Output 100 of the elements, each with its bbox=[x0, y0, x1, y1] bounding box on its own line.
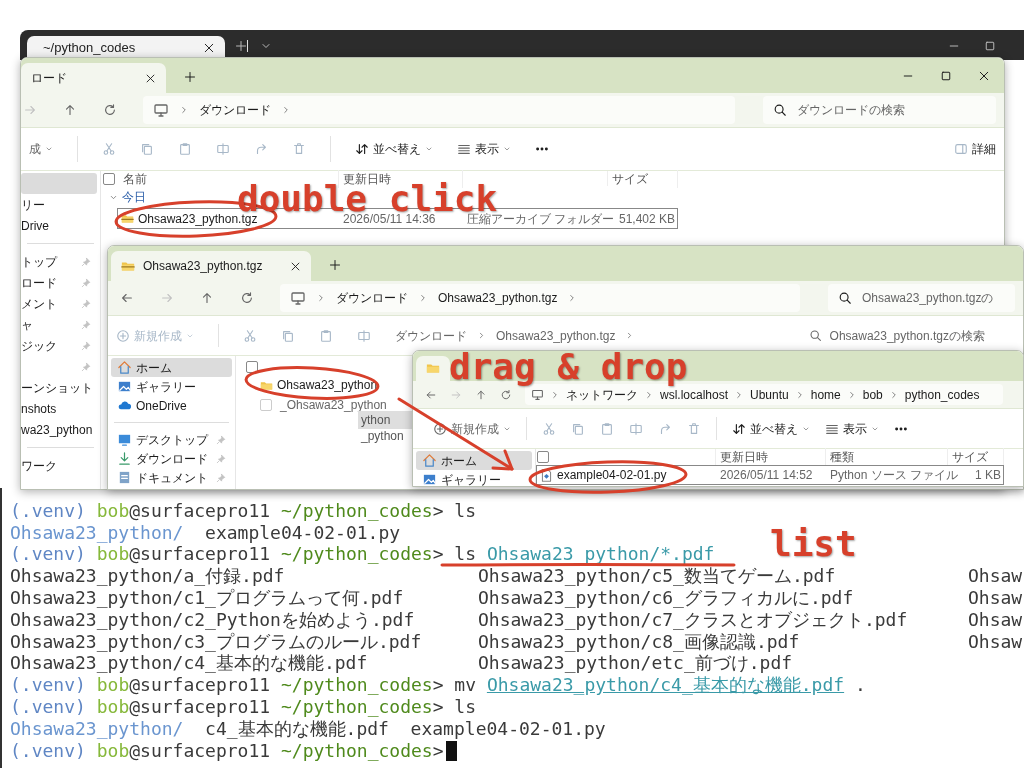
details-button[interactable]: 詳細 bbox=[954, 140, 996, 158]
column-header[interactable]: 種類 bbox=[826, 448, 948, 466]
sidebar-item[interactable]: nshots bbox=[21, 398, 97, 419]
address-bar[interactable]: ダウンロード Ohsawa23_python.tgz bbox=[280, 284, 800, 312]
close-icon[interactable] bbox=[978, 69, 990, 82]
refresh-icon[interactable] bbox=[500, 388, 512, 401]
breadcrumb[interactable]: ダウンロード bbox=[336, 289, 408, 307]
terminal-tab[interactable]: ~/python_codes bbox=[27, 36, 225, 60]
sidebar-item[interactable]: OneDrive bbox=[111, 396, 232, 415]
up-arrow-icon[interactable] bbox=[200, 291, 214, 305]
sidebar-item[interactable]: リー bbox=[21, 194, 97, 215]
delete-icon[interactable] bbox=[687, 421, 701, 436]
sort-icon bbox=[732, 421, 746, 436]
checkbox[interactable] bbox=[246, 360, 258, 373]
sidebar-item[interactable]: トップ bbox=[21, 251, 97, 272]
chevron-icon bbox=[644, 389, 654, 400]
breadcrumb[interactable]: Ohsawa23_python.tgz bbox=[496, 326, 616, 345]
sidebar-item[interactable]: ホーム bbox=[111, 358, 232, 377]
sidebar-item[interactable]: ーンショット bbox=[21, 377, 97, 398]
file-name: Ohsaw bbox=[968, 632, 1024, 651]
sort-icon bbox=[355, 142, 369, 156]
sidebar-item[interactable]: ホーム bbox=[416, 451, 532, 470]
search-field[interactable]: ダウンロードの検索 bbox=[763, 96, 996, 124]
tab-title: ロード bbox=[31, 70, 67, 88]
column-header[interactable]: サイズ bbox=[608, 169, 678, 188]
rename-icon[interactable] bbox=[629, 421, 643, 436]
back-icon[interactable] bbox=[120, 291, 134, 305]
copy-icon[interactable] bbox=[281, 328, 295, 343]
window-tab[interactable]: ロード bbox=[21, 63, 166, 93]
breadcrumb[interactable]: ダウンロード bbox=[395, 326, 467, 345]
cut-icon[interactable] bbox=[542, 421, 556, 436]
file-name: Ohsawa23_python/c1_プログラムって何.pdf bbox=[10, 589, 405, 608]
view-button[interactable]: 表示 bbox=[825, 419, 879, 438]
sidebar-item[interactable]: ダウンロード bbox=[111, 449, 232, 468]
chevron-icon bbox=[179, 105, 189, 115]
checkbox[interactable] bbox=[537, 451, 549, 463]
sidebar-item[interactable]: Drive bbox=[21, 215, 97, 236]
view-button[interactable]: 表示 bbox=[457, 140, 511, 158]
up-arrow-icon[interactable] bbox=[475, 388, 487, 401]
back-icon[interactable] bbox=[425, 388, 437, 401]
group-header[interactable]: 今日 bbox=[101, 186, 146, 208]
delete-icon[interactable] bbox=[292, 142, 306, 156]
rename-icon[interactable] bbox=[357, 328, 371, 343]
sidebar-item[interactable]: デスクトップ bbox=[111, 430, 232, 449]
rename-icon[interactable] bbox=[216, 142, 230, 156]
address-bar[interactable]: ダウンロード bbox=[143, 96, 735, 124]
sidebar-item[interactable]: wa23_python bbox=[21, 419, 97, 440]
cut-icon[interactable] bbox=[243, 328, 257, 343]
share-icon[interactable] bbox=[254, 142, 268, 156]
column-header[interactable]: 更新日時 bbox=[716, 448, 826, 466]
paste-icon[interactable] bbox=[600, 421, 614, 436]
sort-button[interactable]: 並べ替え bbox=[732, 419, 810, 438]
up-arrow-icon[interactable] bbox=[63, 103, 77, 117]
breadcrumb[interactable]: Ohsawa23_python.tgz bbox=[438, 289, 558, 307]
breadcrumb[interactable]: Ubuntu bbox=[750, 385, 789, 404]
paste-icon[interactable] bbox=[319, 328, 333, 343]
sidebar-item[interactable]: ジック bbox=[21, 335, 97, 356]
sidebar-item[interactable]: ロード bbox=[21, 272, 97, 293]
search-field[interactable]: Ohsawa23_python.tgzの bbox=[828, 284, 1015, 312]
prompt-line: (.venv) bob@surfacepro11 ~/python_codes> ls Ohsawa23_python/*.pdf bbox=[10, 545, 715, 564]
search-icon bbox=[838, 291, 852, 305]
search-field[interactable]: Ohsawa23_python.tgzの検索 bbox=[808, 326, 985, 345]
close-icon[interactable] bbox=[203, 42, 215, 54]
new-button[interactable]: 成 bbox=[29, 140, 53, 158]
breadcrumb[interactable]: wsl.localhost bbox=[660, 385, 729, 404]
new-tab-icon[interactable] bbox=[235, 40, 247, 52]
maximize-icon[interactable] bbox=[984, 40, 996, 52]
sidebar-item[interactable]: ワーク bbox=[21, 455, 97, 476]
prompt-line: (.venv) bob@surfacepro11 ~/python_codes> bbox=[10, 741, 444, 760]
cut-icon[interactable] bbox=[102, 142, 116, 156]
paste-icon[interactable] bbox=[178, 142, 192, 156]
refresh-icon[interactable] bbox=[103, 103, 117, 117]
copy-icon[interactable] bbox=[571, 421, 585, 436]
sidebar-item[interactable]: ドキュメント bbox=[111, 468, 232, 487]
sort-button[interactable]: 並べ替え bbox=[355, 140, 433, 158]
new-tab-icon[interactable] bbox=[184, 70, 196, 83]
forward-icon[interactable] bbox=[23, 103, 37, 117]
new-tab-icon[interactable] bbox=[329, 258, 341, 271]
close-icon[interactable] bbox=[145, 72, 156, 84]
copy-icon[interactable] bbox=[140, 142, 154, 156]
breadcrumb[interactable]: python_codes bbox=[904, 385, 980, 404]
breadcrumb[interactable]: ネットワーク bbox=[566, 385, 638, 404]
plus-circle-icon bbox=[116, 328, 130, 343]
column-header[interactable]: サイズ bbox=[948, 448, 1004, 466]
sidebar-item[interactable]: ギャラリー bbox=[111, 377, 232, 396]
checkbox[interactable] bbox=[103, 172, 115, 185]
forward-icon[interactable] bbox=[160, 291, 174, 305]
refresh-icon[interactable] bbox=[240, 291, 254, 305]
close-icon[interactable] bbox=[290, 260, 301, 272]
maximize-icon[interactable] bbox=[940, 69, 952, 82]
sidebar-item[interactable]: メント bbox=[21, 293, 97, 314]
breadcrumb[interactable]: home bbox=[810, 385, 841, 404]
breadcrumb[interactable]: ダウンロード bbox=[199, 101, 271, 119]
window-tab[interactable]: Ohsawa23_python.tgz bbox=[111, 251, 311, 281]
file-row[interactable]: example04-02-01.py 2026/05/11 14:52 Python ソース ファイル 1 KB bbox=[536, 465, 1004, 485]
breadcrumb[interactable]: bob bbox=[862, 385, 883, 404]
computer-icon bbox=[290, 290, 306, 306]
sidebar-item[interactable]: ャ bbox=[21, 314, 97, 335]
share-icon[interactable] bbox=[658, 421, 672, 436]
sidebar-item[interactable]: ギャラリー bbox=[416, 470, 532, 486]
